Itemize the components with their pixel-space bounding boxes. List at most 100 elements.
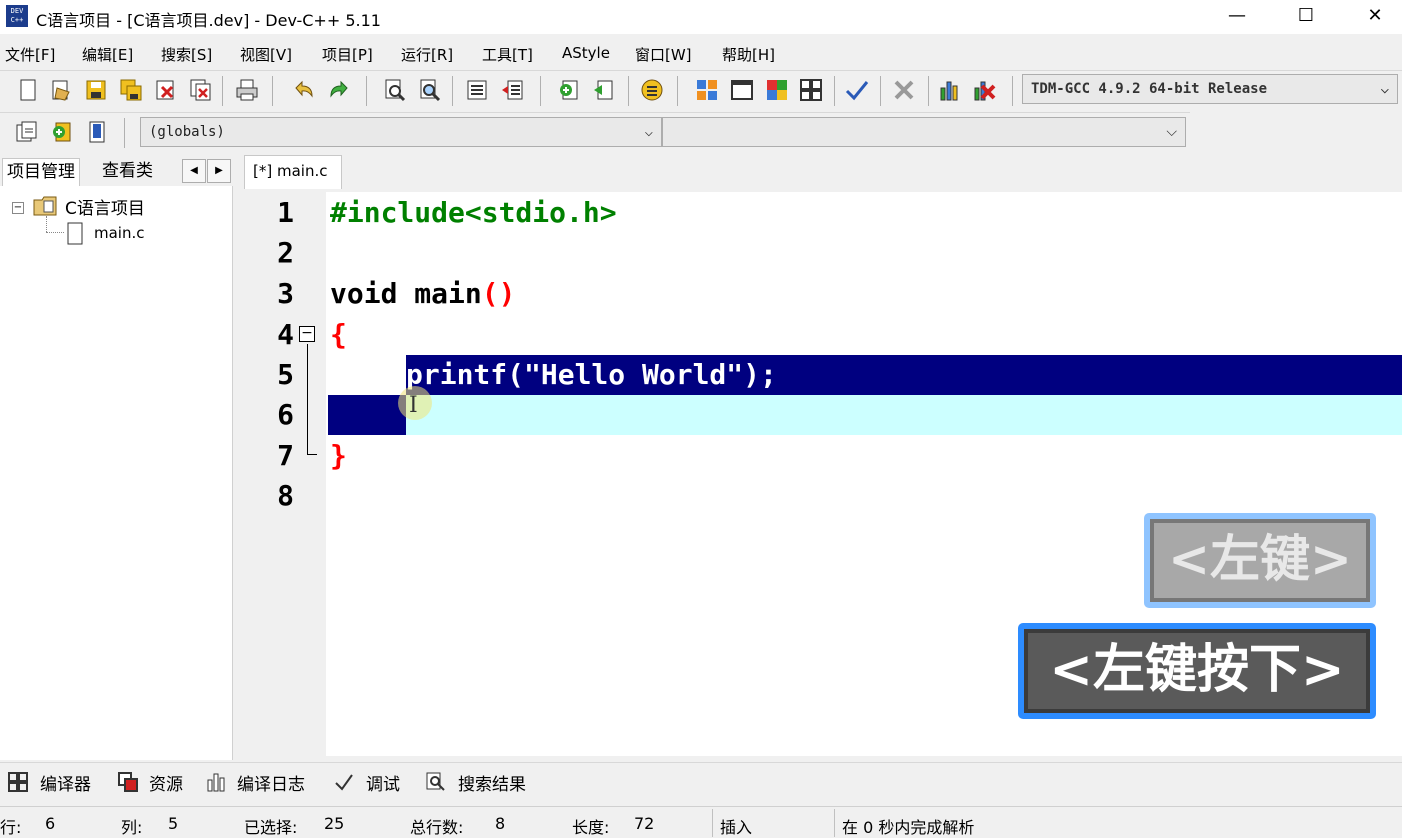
editor-tab-main-c[interactable]: [*] main.c [244,155,342,189]
toolbar-separator [880,76,881,106]
ibeam-cursor-icon: I [409,393,418,418]
menu-tools[interactable]: 工具[T] [482,44,533,65]
menu-astyle[interactable]: AStyle [562,44,610,62]
fold-guide [307,344,308,454]
menu-search[interactable]: 搜索[S] [161,44,212,65]
code-keyword: void main [330,277,482,310]
toolbar-separator [928,76,929,106]
tab-debug[interactable]: 调试 [366,770,400,795]
menu-help[interactable]: 帮助[H] [722,44,775,65]
line-number: 8 [277,479,294,512]
profile-icon[interactable] [938,78,962,102]
status-length-label: 长度: [572,818,610,837]
close-file-icon[interactable] [154,78,178,102]
fold-guide [307,454,317,455]
project-tree: − C语言项目 main.c [0,186,233,760]
current-line-highlight [406,395,1402,435]
add-to-project-icon[interactable] [557,78,581,102]
line-number: 6 [277,398,294,431]
status-lines-value: 8 [495,814,506,833]
status-separator [834,809,835,837]
search-results-icon [426,772,445,791]
status-row-value: 6 [45,814,56,833]
remove-from-project-icon[interactable] [592,78,616,102]
status-selected-value: 25 [324,814,345,833]
fold-collapse-icon[interactable]: − [299,326,315,342]
replace-icon[interactable] [418,78,442,102]
run-icon[interactable] [730,78,754,102]
tab-class-browser[interactable]: 查看类 [98,158,157,186]
toolbar-separator [1012,76,1013,106]
key-overlay-previous: <左键> [1150,519,1370,602]
tab-scroll-right-icon[interactable]: ▶ [207,159,231,183]
compile-run-icon[interactable] [765,78,789,102]
indent-icon[interactable] [465,78,489,102]
tab-scroll-left-icon[interactable]: ◀ [182,159,206,183]
new-class-icon[interactable] [85,120,109,144]
find-icon[interactable] [383,78,407,102]
line-number: 3 [277,277,294,310]
compile-icon[interactable] [695,78,719,102]
status-bar: 行: 6 列: 5 已选择: 25 总行数: 8 长度: 72 插入 在 0 秒… [0,806,1402,837]
delete-profile-icon[interactable] [972,78,996,102]
project-options-icon[interactable] [640,78,664,102]
print-icon[interactable] [235,78,259,102]
code-parens: () [481,277,516,310]
line-number: 2 [277,236,294,269]
line-number: 7 [277,439,294,472]
code-open-brace: { [330,318,347,351]
code-close-brace: } [330,439,347,472]
toolbar-separator [628,76,629,106]
scope-select[interactable]: (globals) ⌵ [140,117,662,147]
goto-declaration-icon[interactable] [14,120,38,144]
toolbar-separator [452,76,453,106]
close-button[interactable]: ✕ [1352,0,1398,34]
tab-project-manager[interactable]: 项目管理 [2,158,80,186]
app-icon: DEV C++ [6,5,28,27]
menu-edit[interactable]: 编辑[E] [82,44,133,65]
selection-highlight [328,395,406,435]
symbol-select[interactable]: ⌵ [662,117,1186,147]
chevron-down-icon: ⌵ [644,124,653,140]
menu-window[interactable]: 窗口[W] [635,44,692,65]
close-all-icon[interactable] [189,78,213,102]
window-title: C语言项目 - [C语言项目.dev] - Dev-C++ 5.11 [36,11,381,30]
bottom-panel-tabs: 编译器 资源 编译日志 调试 搜索结果 [0,762,1402,799]
tab-compiler[interactable]: 编译器 [40,770,91,795]
status-col-label: 列: [121,818,143,837]
compiler-select[interactable]: TDM-GCC 4.9.2 64-bit Release ⌵ [1022,74,1398,104]
menu-run[interactable]: 运行[R] [401,44,453,65]
key-overlay-current: <左键按下> [1024,629,1370,713]
rebuild-all-icon[interactable] [799,78,823,102]
undo-icon[interactable] [292,78,316,102]
minimize-button[interactable]: — [1214,0,1260,34]
menu-view[interactable]: 视图[V] [240,44,292,65]
toolbar-separator [677,76,678,106]
goto-definition-icon[interactable] [50,120,74,144]
tab-resources[interactable]: 资源 [149,770,183,795]
line-number: 4 [277,318,294,351]
title-bar: DEV C++ C语言项目 - [C语言项目.dev] - Dev-C++ 5.… [0,0,1402,34]
toolbar-separator [222,76,223,106]
save-all-icon[interactable] [119,78,143,102]
stop-execution-icon[interactable] [892,78,916,102]
save-icon[interactable] [84,78,108,102]
menu-project[interactable]: 项目[P] [322,44,373,65]
project-folder-icon [33,196,57,216]
menu-file[interactable]: 文件[F] [5,44,55,65]
maximize-button[interactable]: ☐ [1283,0,1329,34]
toolbar-separator [124,118,125,148]
unindent-icon[interactable] [500,78,524,102]
code-line-include: #include<stdio.h> [330,196,617,229]
syntax-check-icon[interactable] [845,78,869,102]
redo-icon[interactable] [327,78,351,102]
new-file-icon[interactable] [16,78,40,102]
tree-connector [46,216,48,232]
tree-item-main-c[interactable]: main.c [94,224,145,242]
tab-compile-log[interactable]: 编译日志 [237,770,305,795]
open-file-icon[interactable] [49,78,73,102]
chevron-down-icon: ⌵ [1166,124,1177,140]
collapse-icon[interactable]: − [12,202,24,214]
tree-item-project[interactable]: C语言项目 [65,194,145,219]
tab-search-results[interactable]: 搜索结果 [458,770,526,795]
